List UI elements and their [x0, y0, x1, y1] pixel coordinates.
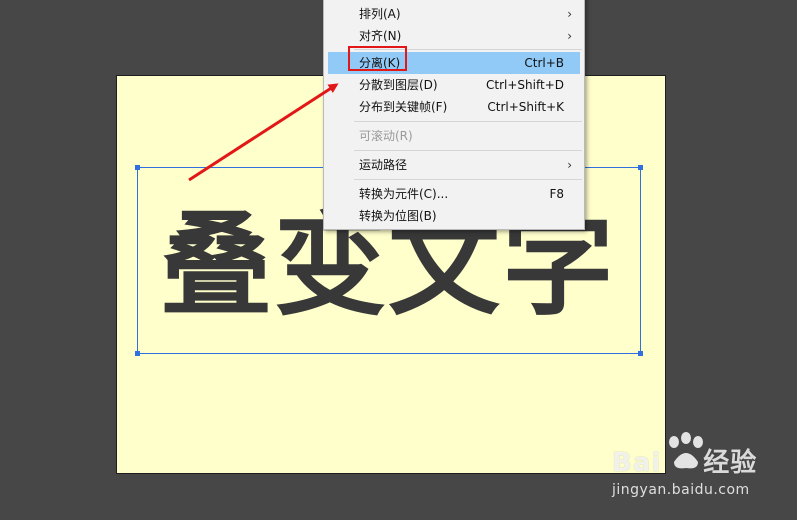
- menu-separator: [354, 179, 582, 180]
- menu-item-label: 运动路径: [359, 158, 408, 172]
- watermark-site: jingyan.baidu.com: [612, 482, 750, 498]
- menu-item-label: 分散到图层(D): [359, 78, 438, 92]
- watermark-brand-left: Bai: [612, 448, 662, 478]
- menu-item-distribute-to-layers[interactable]: 分散到图层(D) Ctrl+Shift+D: [328, 74, 580, 96]
- menu-item-label: 可滚动(R): [359, 129, 413, 143]
- context-menu: 排列(A) › 对齐(N) › 分离(K) Ctrl+B 分散到图层(D) Ct…: [323, 0, 585, 230]
- selection-handle-bottom-left[interactable]: [135, 351, 140, 356]
- menu-item-label: 排列(A): [359, 7, 401, 21]
- menu-item-motion-path[interactable]: 运动路径 ›: [328, 154, 580, 176]
- menu-item-arrange[interactable]: 排列(A) ›: [328, 3, 580, 25]
- submenu-arrow-icon: ›: [567, 158, 572, 172]
- menu-separator: [354, 121, 582, 122]
- menu-item-label: 转换为元件(C)...: [359, 187, 449, 201]
- menu-item-scrollable: 可滚动(R): [328, 125, 580, 147]
- menu-item-shortcut: Ctrl+B: [524, 56, 564, 70]
- menu-item-label: 转换为位图(B): [359, 209, 437, 223]
- menu-item-label: 对齐(N): [359, 29, 402, 43]
- menu-item-shortcut: F8: [549, 187, 564, 201]
- watermark-brand-right: 经验: [703, 448, 758, 478]
- selection-handle-bottom-right[interactable]: [638, 351, 643, 356]
- submenu-arrow-icon: ›: [567, 29, 572, 43]
- menu-item-shortcut: Ctrl+Shift+D: [486, 78, 564, 92]
- menu-item-convert-to-symbol[interactable]: 转换为元件(C)... F8: [328, 183, 580, 205]
- menu-separator: [354, 150, 582, 151]
- baidu-watermark: Bai 经验 jingyan.baidu.com: [612, 432, 792, 512]
- menu-item-align[interactable]: 对齐(N) ›: [328, 25, 580, 47]
- selection-handle-top-left[interactable]: [135, 165, 140, 170]
- menu-item-shortcut: Ctrl+Shift+K: [487, 100, 564, 114]
- annotation-highlight-box: [348, 46, 407, 71]
- menu-item-convert-to-bitmap[interactable]: 转换为位图(B): [328, 205, 580, 227]
- selection-handle-top-right[interactable]: [638, 165, 643, 170]
- menu-item-distribute-to-keyframes[interactable]: 分布到关键帧(F) Ctrl+Shift+K: [328, 96, 580, 118]
- watermark-brand: Bai 经验: [612, 442, 757, 479]
- menu-item-label: 分布到关键帧(F): [359, 100, 448, 114]
- submenu-arrow-icon: ›: [567, 7, 572, 21]
